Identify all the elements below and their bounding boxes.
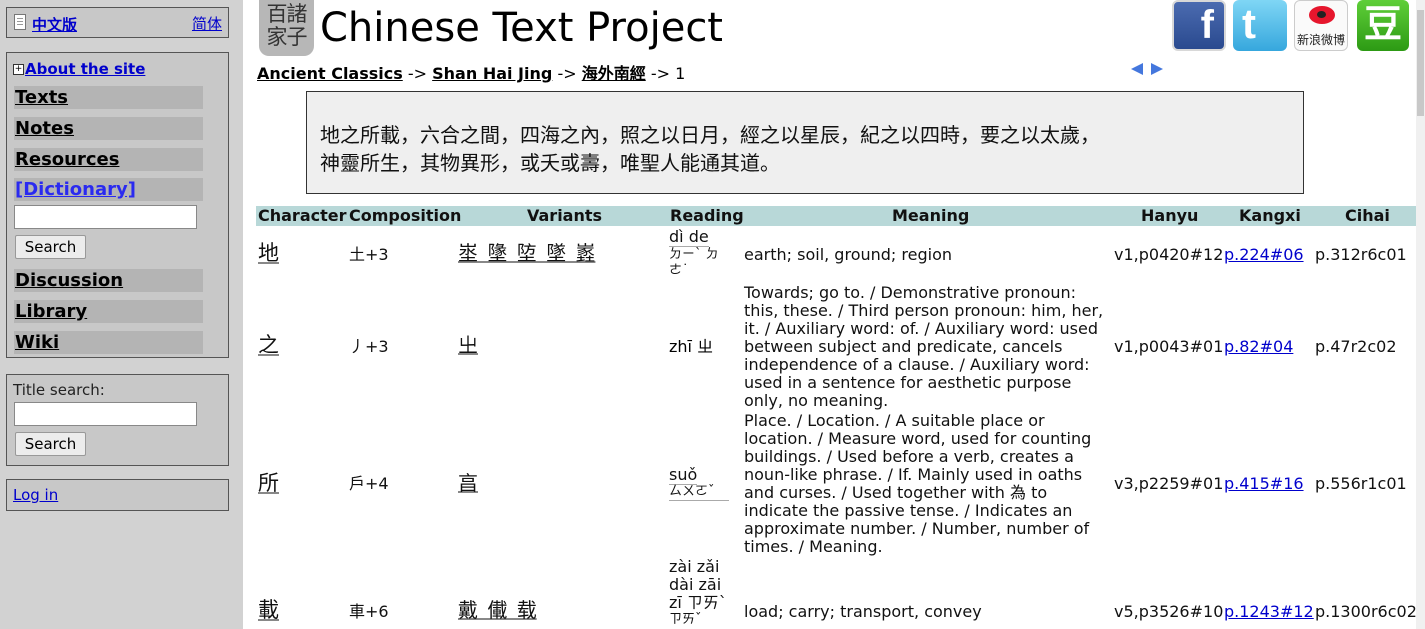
char-cell[interactable]: 之 xyxy=(258,335,279,356)
kangxi-link[interactable]: p.415#16 xyxy=(1224,475,1304,493)
table-row: 載 車+6 戴 儎 载 zài zǎi dài zāi zī ㄗㄞˋ ㄗㄞˇ l… xyxy=(256,557,1417,629)
weibo-eye-icon xyxy=(1309,6,1335,24)
bopomofo-cell: ㄙㄨㄛˇ xyxy=(669,484,729,501)
sidebar: 中文版 简体 + About the site Texts Notes Resou… xyxy=(0,0,243,629)
about-link[interactable]: About the site xyxy=(25,60,145,78)
crumb-current: 1 xyxy=(675,64,686,83)
site-title[interactable]: Chinese Text Project xyxy=(320,0,723,56)
col-character: Character xyxy=(258,206,347,225)
breadcrumb: Ancient Classics -> Shan Hai Jing -> 海外南… xyxy=(257,60,685,84)
kangxi-link[interactable]: p.224#06 xyxy=(1224,246,1304,264)
composition-cell: 土+3 xyxy=(349,245,389,264)
bopomofo-cell: ㄉㄧˋ ㄉㄜ˙ xyxy=(669,247,719,278)
col-cihai: Cihai xyxy=(1345,206,1390,225)
bopomofo-cell: ㄗㄞˇ xyxy=(669,612,702,627)
chinese-version-link[interactable]: 中文版 xyxy=(32,14,77,35)
table-row: 之 丿+3 㞢 zhī ㄓ Towards; go to. / Demonstr… xyxy=(256,284,1416,410)
meaning-cell: earth; soil, ground; region xyxy=(744,245,952,264)
cihai-cell: p.556r1c01 xyxy=(1315,474,1407,493)
reading-cell: suǒ xyxy=(669,465,698,485)
passage-box: 地之所載，六合之間，四海之內，照之以日月，經之以星辰，紀之以四時，要之以太歲， … xyxy=(306,91,1304,194)
scrollbar-thumb[interactable] xyxy=(1417,10,1424,116)
twitter-icon[interactable]: t xyxy=(1233,0,1287,51)
weibo-icon[interactable]: 新浪微博 xyxy=(1294,0,1348,51)
col-hanyu: Hanyu xyxy=(1141,206,1199,225)
prev-arrow-icon[interactable] xyxy=(1131,63,1143,75)
dictionary-search-button[interactable]: Search xyxy=(15,235,86,259)
cihai-cell: p.1300r6c02 xyxy=(1315,602,1417,621)
dictionary-search-input[interactable] xyxy=(14,205,197,229)
logo-text: 百諸家子 xyxy=(266,2,308,49)
nav-library[interactable]: Library xyxy=(14,300,203,323)
passage-line-2: 神靈所生，其物異形，或夭或壽，唯聖人能通其道。 xyxy=(320,151,780,175)
document-icon xyxy=(14,14,26,30)
composition-cell: 戶+4 xyxy=(349,474,389,493)
composition-cell: 丿+3 xyxy=(349,337,389,356)
table-row: 地 土+3 埊 墬 埅 墜 嶳 dì de ㄉㄧˋ ㄉㄜ˙ earth; soi… xyxy=(256,228,1416,282)
meaning-cell: load; carry; transport, convey xyxy=(744,602,982,621)
crumb-sep: -> xyxy=(407,64,428,83)
reading-cell: zài zǎi dài zāi zī ㄗㄞˋ xyxy=(669,557,727,612)
nav-resources[interactable]: Resources xyxy=(14,148,203,171)
crumb-chapter[interactable]: 海外南經 xyxy=(582,64,646,83)
hanyu-cell: v5,p3526#10 xyxy=(1114,602,1224,621)
next-arrow-icon[interactable] xyxy=(1151,63,1163,75)
cihai-cell: p.47r2c02 xyxy=(1315,337,1397,356)
site-logo[interactable]: 百諸家子 xyxy=(259,0,314,56)
char-cell[interactable]: 所 xyxy=(258,473,279,494)
douban-icon[interactable]: 豆 xyxy=(1357,0,1409,51)
crumb-sep: -> xyxy=(650,64,671,83)
facebook-icon[interactable]: f xyxy=(1172,0,1226,51)
reading-cell: dì de xyxy=(669,227,709,247)
title-search-input[interactable] xyxy=(14,402,197,426)
language-box: 中文版 简体 xyxy=(6,7,229,38)
title-search-button[interactable]: Search xyxy=(15,432,86,456)
hanyu-cell: v3,p2259#01 xyxy=(1114,474,1224,493)
expand-icon[interactable]: + xyxy=(13,64,24,75)
facebook-glyph: f xyxy=(1200,3,1214,47)
col-composition: Composition xyxy=(349,206,462,225)
reading-cell: zhī ㄓ xyxy=(669,337,714,356)
title-search-label: Title search: xyxy=(13,381,105,399)
crumb-sep: -> xyxy=(557,64,577,83)
col-variants: Variants xyxy=(527,206,603,225)
crumb-ancient-classics[interactable]: Ancient Classics xyxy=(257,64,403,83)
nav-notes[interactable]: Notes xyxy=(14,117,203,140)
twitter-glyph: t xyxy=(1242,0,1256,47)
kangxi-link[interactable]: p.1243#12 xyxy=(1224,603,1314,621)
nav-discussion[interactable]: Discussion xyxy=(14,269,203,292)
nav-box: + About the site Texts Notes Resources [D… xyxy=(6,52,229,358)
passage-line-1: 地之所載，六合之間，四海之內，照之以日月，經之以星辰，紀之以四時，要之以太歲， xyxy=(320,123,1100,147)
col-kangxi: Kangxi xyxy=(1239,206,1301,225)
nav-texts[interactable]: Texts xyxy=(14,86,203,109)
weibo-label: 新浪微博 xyxy=(1296,33,1345,47)
nav-wiki[interactable]: Wiki xyxy=(14,331,203,354)
table-row: 所 戶+4 亯 suǒ ㄙㄨㄛˇ Place. / Location. / A … xyxy=(256,412,1416,558)
kangxi-link[interactable]: p.82#04 xyxy=(1224,338,1293,356)
login-link[interactable]: Log in xyxy=(13,486,58,504)
crumb-shan-hai-jing[interactable]: Shan Hai Jing xyxy=(432,64,552,83)
nav-dictionary[interactable]: [Dictionary] xyxy=(14,178,203,201)
dictionary-table-header: Character Composition Variants Reading M… xyxy=(256,206,1416,226)
col-meaning: Meaning xyxy=(892,206,970,225)
composition-cell: 車+6 xyxy=(349,602,389,621)
title-search-box: Title search: Search xyxy=(6,374,229,466)
meaning-cell: Place. / Location. / A suitable place or… xyxy=(744,411,1092,556)
cihai-cell: p.312r6c01 xyxy=(1315,245,1407,264)
meaning-cell: Towards; go to. / Demonstrative pronoun:… xyxy=(744,283,1104,410)
login-box: Log in xyxy=(6,479,229,511)
douban-glyph: 豆 xyxy=(1363,2,1402,46)
vertical-scrollbar[interactable] xyxy=(1416,0,1425,629)
simplified-link[interactable]: 简体 xyxy=(192,13,222,34)
char-cell[interactable]: 地 xyxy=(258,243,279,264)
variants-cell[interactable]: 㞢 xyxy=(458,335,478,355)
char-cell[interactable]: 載 xyxy=(258,600,279,621)
hanyu-cell: v1,p0420#12 xyxy=(1114,245,1224,264)
variants-cell[interactable]: 亯 xyxy=(458,473,478,493)
col-reading: Reading xyxy=(670,206,744,225)
about-row[interactable]: + About the site xyxy=(13,60,145,78)
variants-cell[interactable]: 戴 儎 载 xyxy=(458,600,537,620)
variants-cell[interactable]: 埊 墬 埅 墜 嶳 xyxy=(458,243,595,263)
hanyu-cell: v1,p0043#01 xyxy=(1114,337,1224,356)
